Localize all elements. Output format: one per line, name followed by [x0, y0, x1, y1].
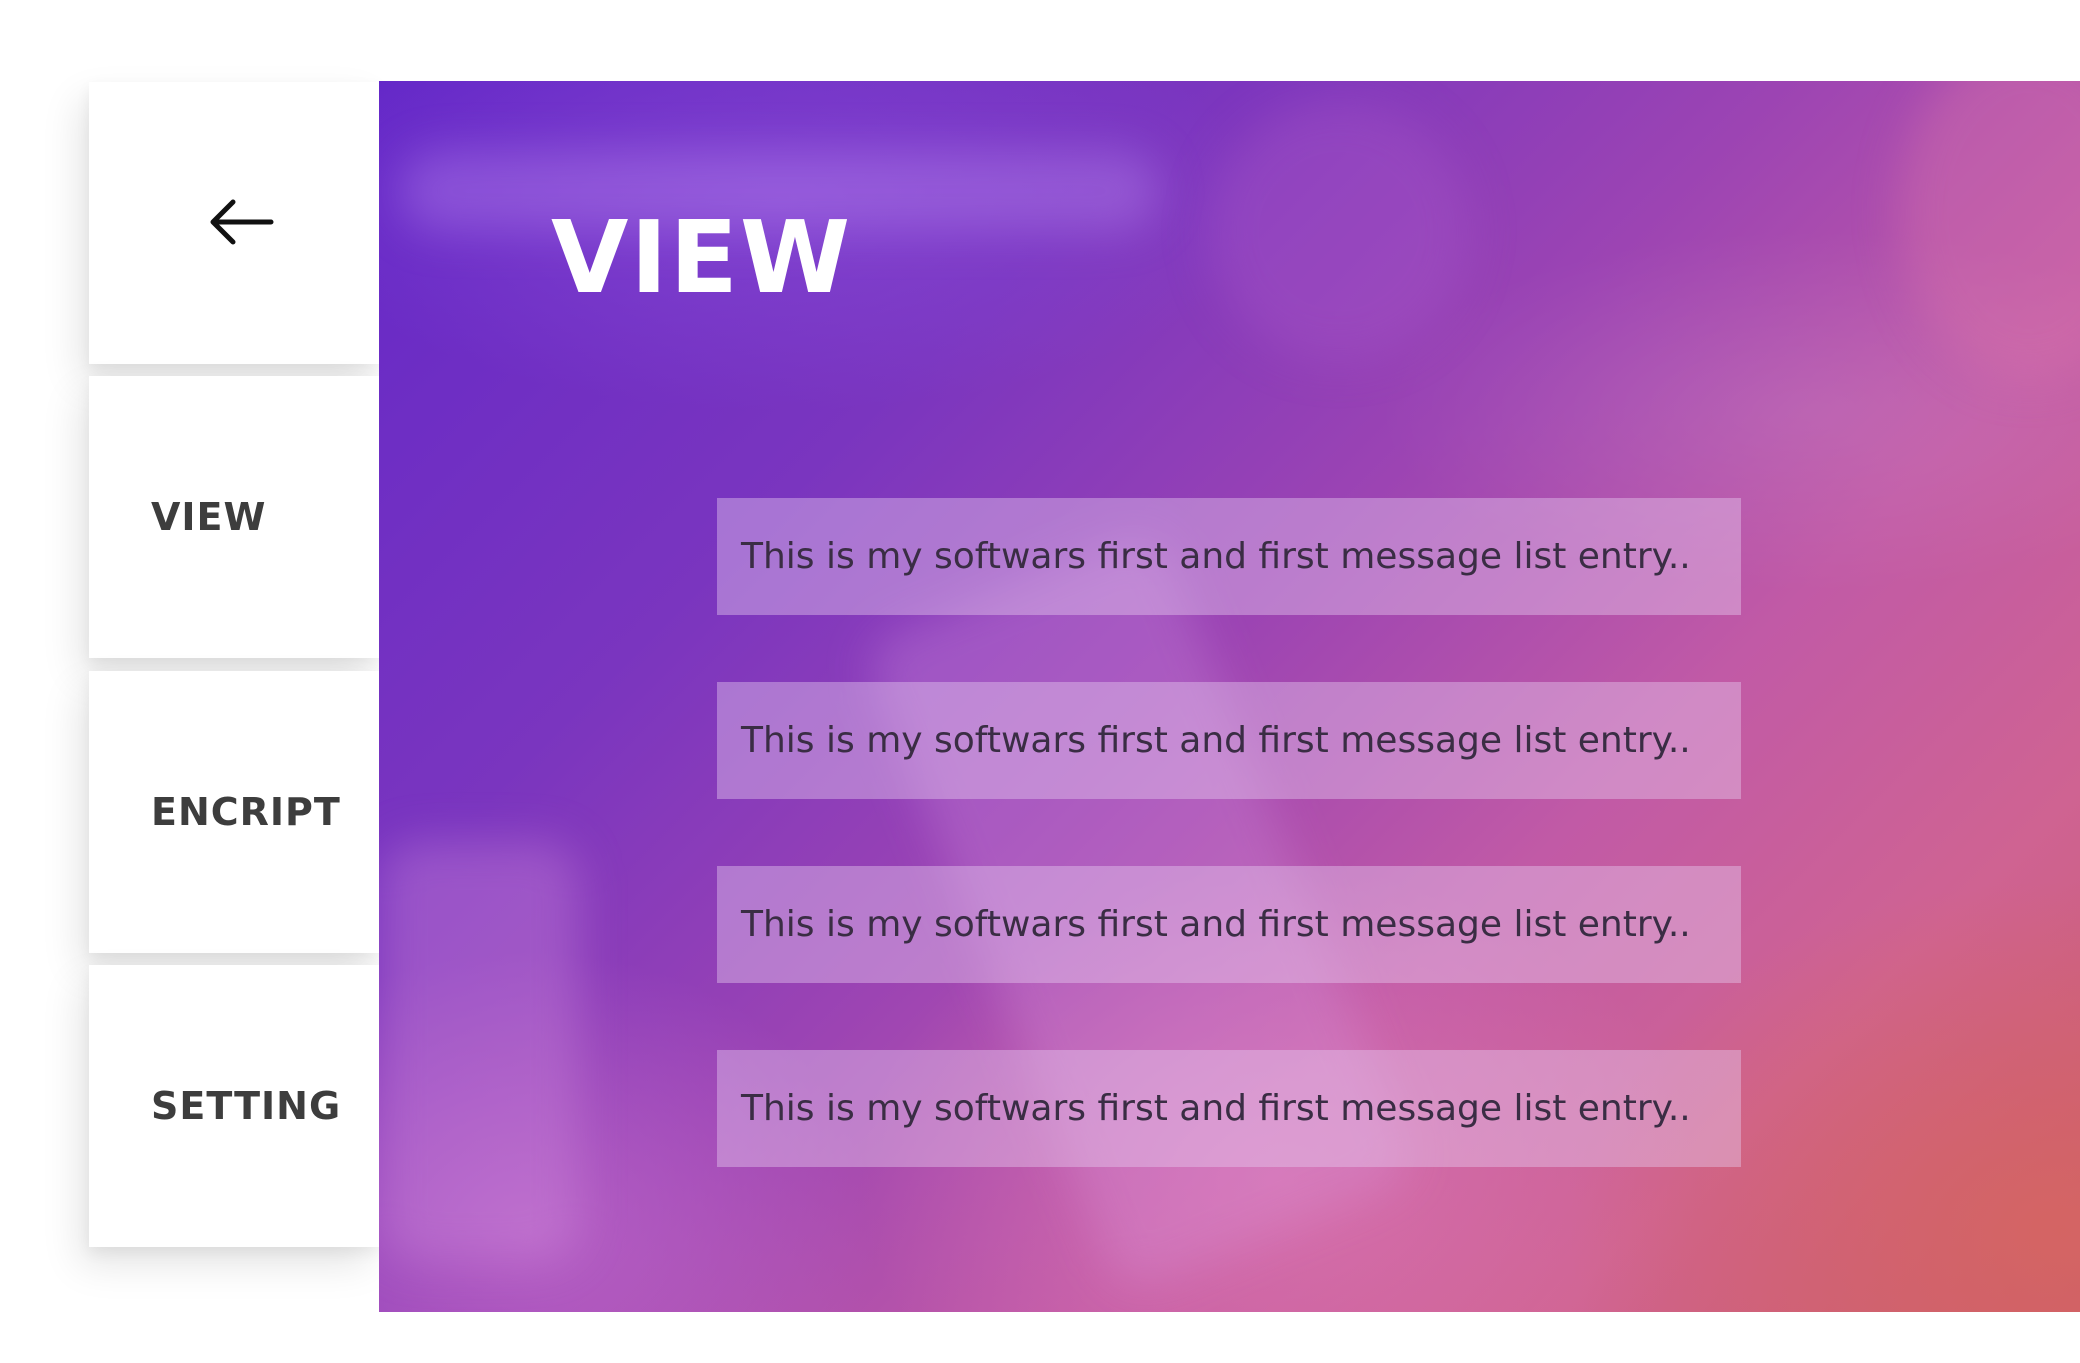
message-list-item[interactable]: This is my softwars first and first mess…: [717, 682, 1741, 799]
sidebar-item-encript[interactable]: ENCRIPT: [89, 671, 379, 953]
background-shape: [1899, 81, 2080, 381]
background-shape: [379, 841, 579, 1261]
sidebar-item-label: ENCRIPT: [151, 790, 341, 834]
back-button[interactable]: [89, 82, 379, 364]
message-list-item[interactable]: This is my softwars first and first mess…: [717, 1050, 1741, 1167]
arrow-left-icon: [210, 199, 274, 245]
sidebar-item-setting[interactable]: SETTING: [89, 965, 379, 1247]
background-shape: [1209, 101, 1469, 361]
sidebar-item-label: VIEW: [151, 495, 267, 539]
sidebar-item-label: SETTING: [151, 1084, 342, 1128]
sidebar-item-view[interactable]: VIEW: [89, 376, 379, 658]
message-list-item[interactable]: This is my softwars first and first mess…: [717, 498, 1741, 615]
main-panel: VIEW This is my softwars first and first…: [379, 81, 2080, 1312]
app-page: VIEW ENCRIPT SETTING VIEW This is my sof…: [0, 0, 2080, 1363]
page-title: VIEW: [551, 199, 853, 316]
message-list-item[interactable]: This is my softwars first and first mess…: [717, 866, 1741, 983]
